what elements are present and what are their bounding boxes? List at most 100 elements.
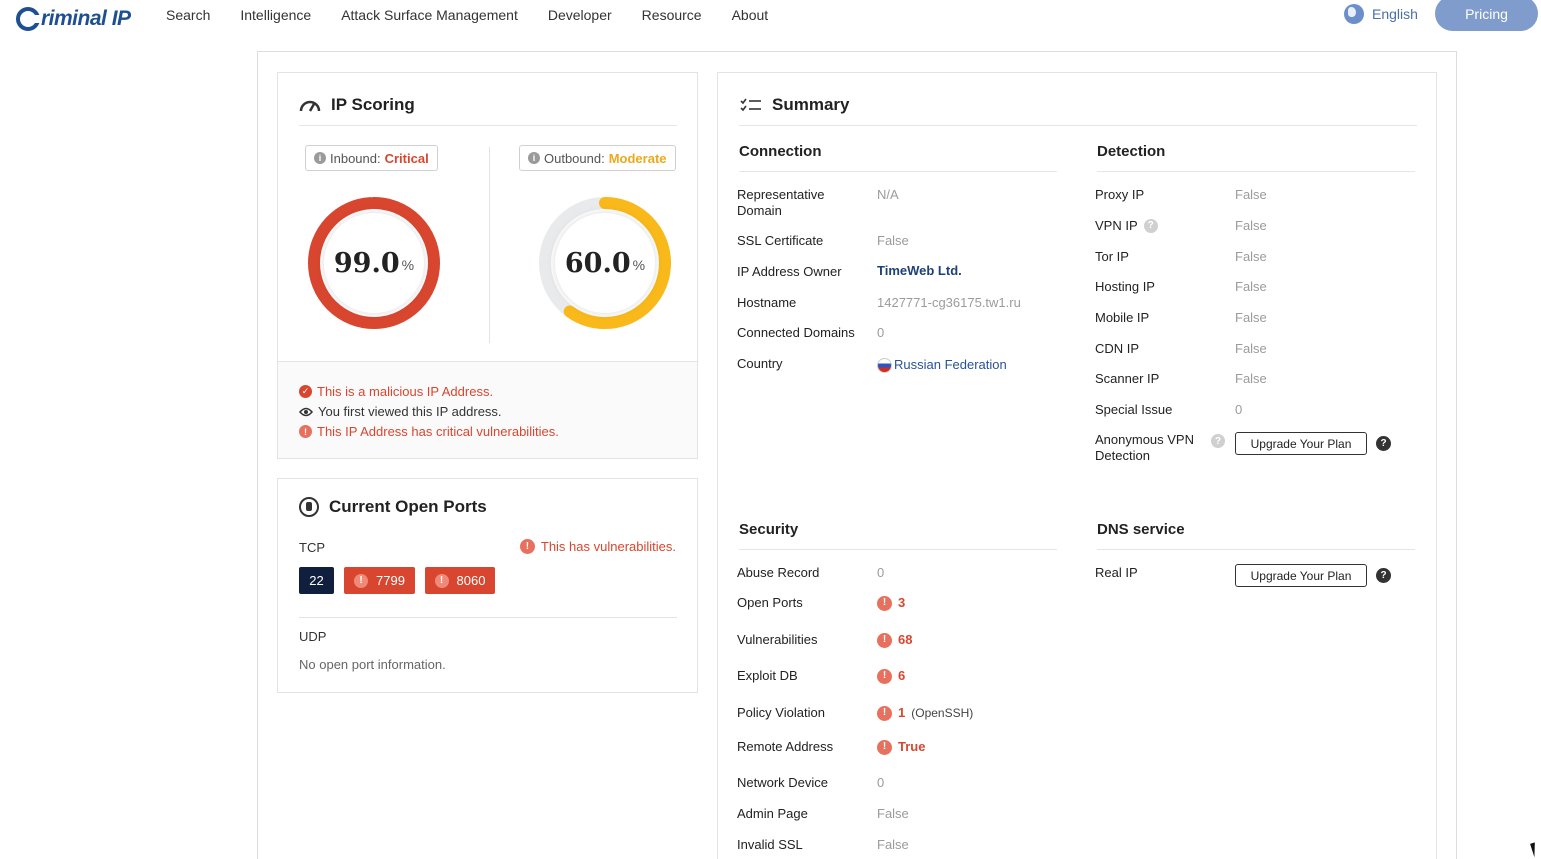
hostname-value: 1427771-cg36175.tw1.ru [877, 295, 1021, 310]
vulnerabilities-value: 68 [898, 632, 913, 647]
open-ports-count-value: 3 [898, 595, 906, 610]
first-view-text: You first viewed this IP address. [318, 404, 502, 419]
open-ports-title: Current Open Ports [299, 497, 487, 517]
port-chip-7799[interactable]: ! 7799 [344, 567, 415, 594]
nav-about[interactable]: About [732, 7, 769, 23]
mobile-ip-label: Mobile IP [1095, 310, 1150, 325]
hostname-label: Hostname [737, 295, 797, 310]
representative-domain-label: Representative Domain [737, 187, 825, 218]
country-link[interactable]: Russian Federation [877, 357, 1007, 373]
outbound-label: Outbound: [544, 150, 605, 166]
ssl-certificate-label: SSL Certificate [737, 233, 824, 248]
invalid-ssl-value: False [877, 837, 909, 852]
logo-mark-icon [16, 7, 42, 31]
mobile-ip-value: False [1235, 310, 1267, 325]
malicious-message: ✓ This is a malicious IP Address. [299, 384, 493, 399]
first-view-message: You first viewed this IP address. [299, 404, 502, 419]
special-issue-label: Special Issue [1095, 402, 1173, 417]
remote-address[interactable]: ! True [877, 739, 925, 755]
invalid-ssl-label: Invalid SSL [737, 837, 803, 852]
exploit-db-count[interactable]: ! 6 [877, 668, 905, 684]
abuse-record-label: Abuse Record [737, 565, 820, 580]
vulnerabilities-count[interactable]: ! 68 [877, 632, 912, 648]
outbound-score-value: 60.0 [564, 247, 631, 279]
alert-icon: ! [877, 595, 892, 611]
nav-intelligence[interactable]: Intelligence [240, 7, 311, 23]
upgrade-plan-button-dns[interactable]: Upgrade Your Plan [1235, 564, 1367, 587]
policy-violation-count[interactable]: ! 1 (OpenSSH) [877, 705, 973, 721]
remote-address-label: Remote Address [737, 739, 834, 754]
proxy-ip-label: Proxy IP [1095, 187, 1145, 202]
help-icon[interactable]: ? [1376, 436, 1391, 451]
divider [1097, 171, 1415, 172]
mouse-cursor [1530, 840, 1541, 858]
malicious-text: This is a malicious IP Address. [317, 384, 494, 399]
vulnerability-note: ! This has vulnerabilities. [519, 539, 676, 554]
inbound-badge: i Inbound: Critical [305, 145, 438, 171]
open-ports-label: Current Open Ports [329, 497, 487, 516]
exploit-db-label: Exploit DB [737, 668, 798, 683]
help-icon[interactable]: ? [1211, 434, 1225, 448]
port-number: 8060 [456, 573, 486, 588]
alert-icon: ! [519, 539, 535, 554]
proxy-ip-value: False [1235, 187, 1267, 202]
tcp-label: TCP [299, 540, 325, 555]
abuse-record-value: 0 [877, 565, 885, 580]
nav-developer[interactable]: Developer [548, 7, 612, 23]
summary-title: Summary [740, 95, 849, 115]
criminal-ip-logo[interactable]: riminal IP [16, 3, 131, 35]
representative-domain-value: N/A [877, 187, 899, 202]
inbound-donut: 99.0 % [304, 193, 444, 333]
special-issue-value: 0 [1235, 402, 1243, 417]
ip-scoring-label: IP Scoring [331, 95, 415, 114]
inbound-label: Inbound: [330, 150, 381, 166]
language-selector[interactable]: English [1344, 4, 1418, 24]
alert-icon: ! [877, 739, 892, 755]
detection-heading: Detection [1097, 143, 1166, 160]
alert-icon: ! [877, 632, 892, 648]
language-label: English [1372, 6, 1418, 22]
inbound-level: Critical [384, 150, 429, 166]
nav-search[interactable]: Search [166, 7, 210, 23]
inbound-score-text: 99.0 % [304, 193, 444, 333]
policy-violation-value: 1 [898, 705, 906, 720]
help-icon[interactable]: ? [1143, 219, 1158, 233]
scanner-ip-label: Scanner IP [1095, 371, 1160, 386]
tor-ip-value: False [1235, 249, 1267, 264]
check-circle-icon: ✓ [299, 385, 312, 398]
connection-heading: Connection [739, 143, 822, 160]
pricing-button[interactable]: Pricing [1435, 0, 1538, 31]
upgrade-plan-button-vpn[interactable]: Upgrade Your Plan [1235, 432, 1367, 455]
outbound-donut: 60.0 % [535, 193, 675, 333]
hosting-ip-label: Hosting IP [1095, 279, 1155, 294]
open-ports-count[interactable]: ! 3 [877, 595, 905, 611]
ip-owner-link[interactable]: TimeWeb Ltd. [877, 263, 962, 279]
ssl-certificate-value: False [877, 233, 909, 248]
checklist-icon [740, 98, 761, 112]
admin-page-label: Admin Page [737, 806, 808, 821]
port-chip-22[interactable]: 22 [299, 567, 334, 594]
summary-card: Summary Connection Representative Domain… [717, 72, 1437, 859]
summary-label: Summary [772, 95, 850, 114]
divider [739, 125, 1417, 126]
ip-owner-label: IP Address Owner [737, 264, 842, 279]
logo-text: riminal IP [41, 7, 131, 30]
anonymous-vpn-label: Anonymous VPN Detection [1095, 432, 1194, 463]
nav-attack-surface-management[interactable]: Attack Surface Management [341, 7, 518, 23]
exploit-db-value: 6 [898, 668, 906, 683]
nav-resource[interactable]: Resource [642, 7, 702, 23]
help-icon[interactable]: ? [1376, 568, 1391, 583]
critical-vuln-text: This IP Address has critical vulnerabili… [317, 424, 559, 439]
globe-icon [1344, 4, 1364, 24]
policy-violation-extra: (OpenSSH) [911, 706, 974, 720]
scoring-messages: ✓ This is a malicious IP Address. You fi… [278, 361, 697, 458]
admin-page-value: False [877, 806, 909, 821]
port-chip-8060[interactable]: ! 8060 [425, 567, 495, 594]
outbound-score: i Outbound: Moderate 60.0 % [519, 145, 709, 345]
outbound-percent-sign: % [632, 257, 646, 273]
security-heading: Security [739, 521, 799, 538]
vpn-ip-label-group: VPN IP ? [1095, 218, 1158, 234]
outbound-level: Moderate [608, 150, 667, 166]
ip-scoring-card: IP Scoring i Inbound: Critical 99.0 % i … [277, 72, 698, 459]
divider [739, 171, 1057, 172]
